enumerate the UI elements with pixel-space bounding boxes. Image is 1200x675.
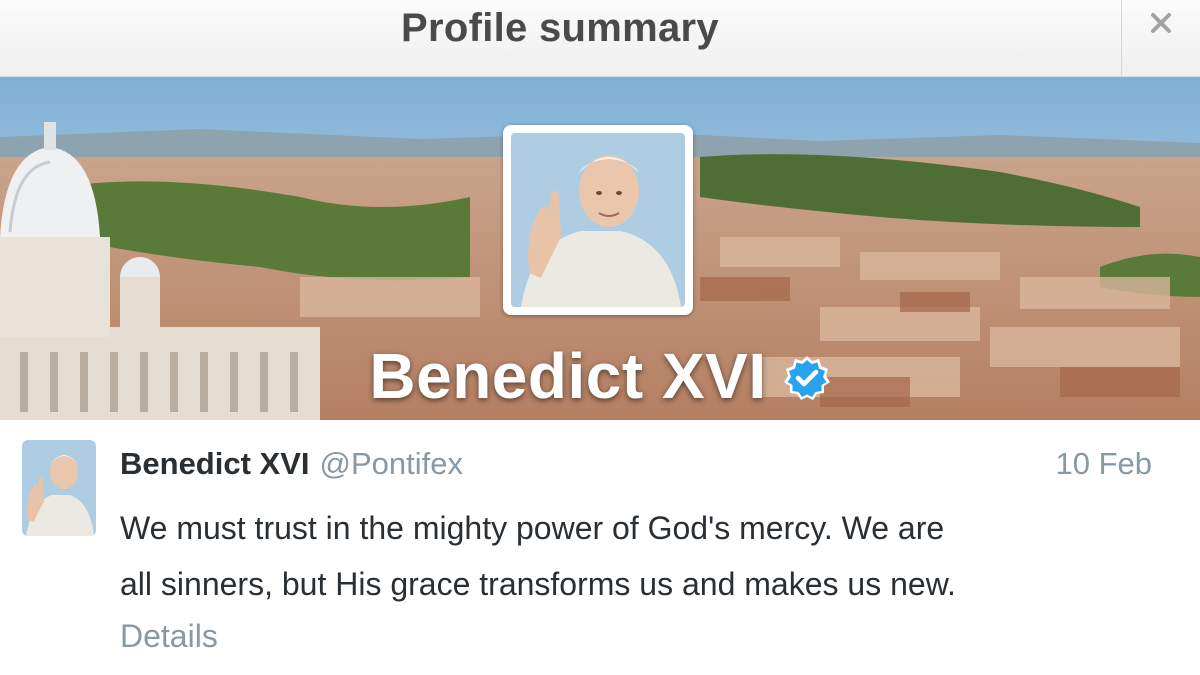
verified-badge-icon: [783, 356, 830, 400]
tweet-text-line: We must trust in the mighty power of God…: [120, 510, 945, 546]
banner-name-row: Benedict XVI: [0, 339, 1200, 413]
profile-photo: [511, 133, 685, 307]
tweet-author-name[interactable]: Benedict XVI: [120, 446, 310, 481]
tweet-avatar[interactable]: [22, 440, 96, 536]
close-icon: [1151, 13, 1171, 33]
tweet-timestamp[interactable]: 10 Feb: [1055, 446, 1152, 482]
tweet-text-line: all sinners, but His grace transforms us…: [120, 566, 956, 602]
modal-title: Profile summary: [401, 6, 719, 50]
details-link[interactable]: Details: [120, 618, 218, 655]
tweet-header: Benedict XVI @Pontifex 10 Feb: [120, 446, 1152, 486]
tweet-item[interactable]: Benedict XVI @Pontifex 10 Feb We must tru…: [0, 420, 1200, 675]
profile-banner: Benedict XVI: [0, 77, 1200, 420]
modal-header: Profile summary: [0, 0, 1200, 77]
tweet-author-handle[interactable]: @Pontifex: [320, 446, 463, 481]
close-button[interactable]: [1121, 0, 1200, 76]
profile-photo: [22, 440, 96, 536]
profile-avatar[interactable]: [503, 125, 693, 315]
tweet-text: We must trust in the mighty power of God…: [120, 500, 1120, 612]
banner-profile-name: Benedict XVI: [369, 340, 767, 412]
